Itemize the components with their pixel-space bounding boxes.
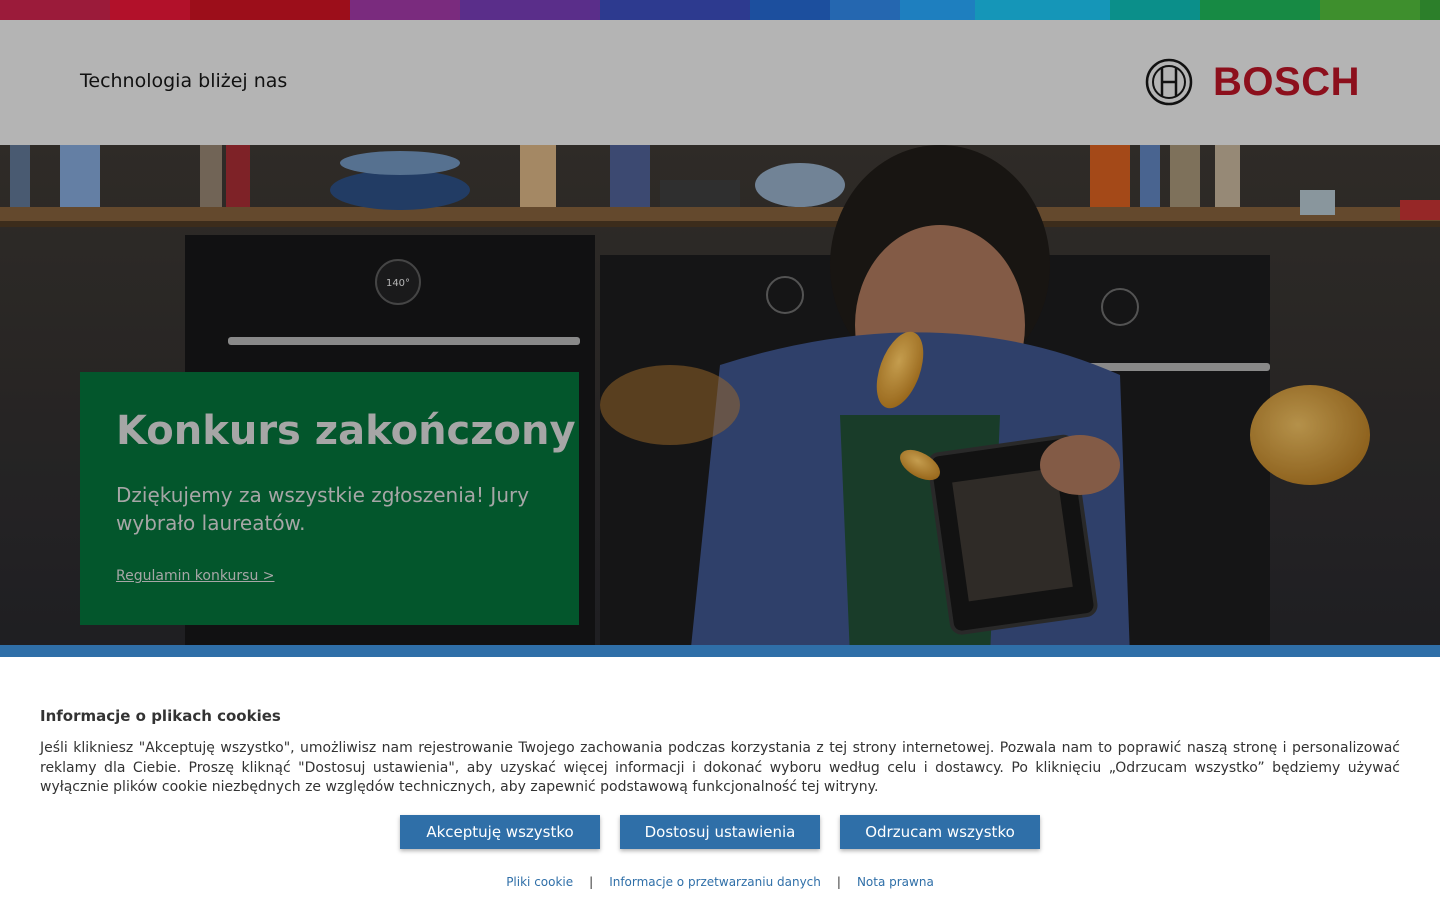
cookie-banner-text: Jeśli klikniesz "Akceptuję wszystko", um…: [40, 740, 1400, 795]
cookie-button-group: Akceptuję wszystko Dostosuj ustawienia O…: [400, 815, 1040, 849]
site-header: Technologia bliżej nas BOSCH: [0, 20, 1440, 145]
accept-all-button[interactable]: Akceptuję wszystko: [400, 815, 600, 849]
cookie-banner-title: Informacje o plikach cookies: [40, 707, 281, 725]
logo-wordmark: BOSCH: [1213, 59, 1360, 104]
data-processing-link[interactable]: Informacje o przetwarzaniu danych: [609, 875, 821, 889]
cookie-policy-link[interactable]: Pliki cookie: [506, 875, 573, 889]
link-separator: |: [589, 875, 594, 889]
cookie-consent-banner: Informacje o plikach cookies Jeśli klikn…: [0, 645, 1440, 900]
brand-color-strip: [0, 0, 1440, 20]
cookie-footer-links: Pliki cookie | Informacje o przetwarzani…: [0, 875, 1440, 889]
contest-rules-link[interactable]: Regulamin konkursu >: [116, 568, 275, 584]
link-separator: |: [836, 875, 841, 889]
legal-notice-link[interactable]: Nota prawna: [857, 875, 934, 889]
site-tagline: Technologia bliżej nas: [80, 70, 288, 92]
reject-all-button[interactable]: Odrzucam wszystko: [840, 815, 1040, 849]
promo-title: Konkurs zakończony: [116, 408, 576, 454]
bosch-armature-icon: [1145, 58, 1193, 106]
hero-banner: 140° Konkurs zakończony Dziękujemy za ws…: [0, 145, 1440, 657]
customize-settings-button[interactable]: Dostosuj ustawienia: [620, 815, 820, 849]
bosch-logo[interactable]: BOSCH: [1145, 58, 1360, 106]
promo-description: Dziękujemy za wszystkie zgłoszenia! Jury…: [116, 483, 530, 535]
contest-promo-box: Konkurs zakończony Dziękujemy za wszystk…: [80, 372, 579, 625]
